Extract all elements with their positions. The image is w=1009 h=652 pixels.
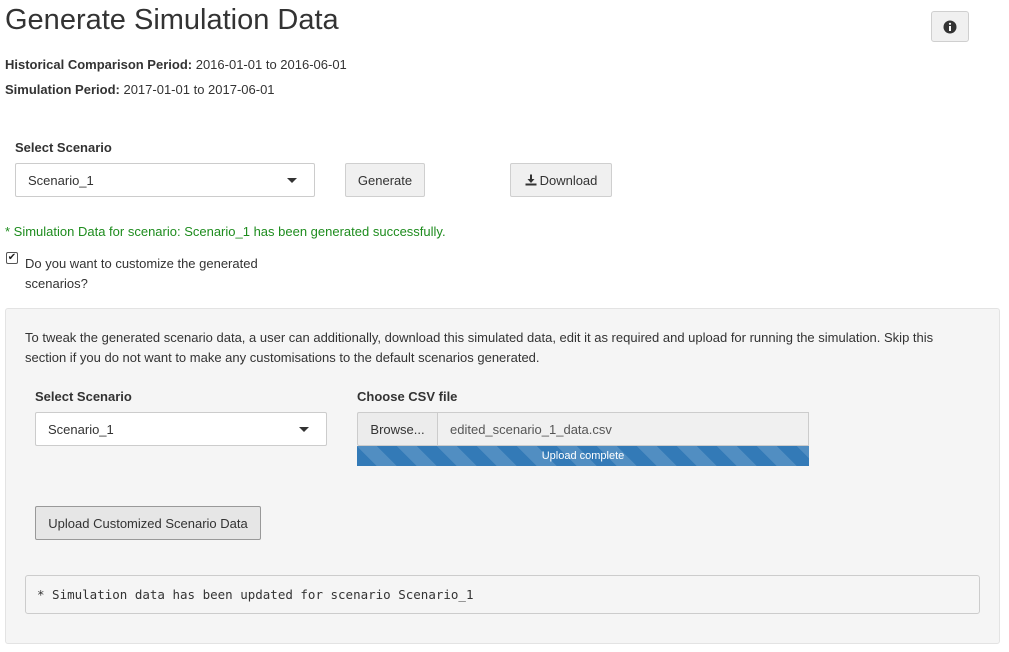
upload-progress-bar: Upload complete: [357, 446, 809, 466]
checkmark-icon: ✔: [7, 252, 17, 263]
simulation-period-value: 2017-01-01 to 2017-06-01: [123, 82, 275, 97]
custom-scenario-select[interactable]: Scenario_1: [35, 412, 327, 446]
download-icon: [525, 174, 537, 186]
custom-select-scenario-label: Select Scenario: [35, 389, 132, 404]
update-output-box: * Simulation data has been updated for s…: [25, 575, 980, 614]
choose-csv-label: Choose CSV file: [357, 389, 458, 404]
info-circle-icon: [943, 20, 957, 33]
simulation-period-label: Simulation Period:: [5, 82, 120, 97]
download-button-label: Download: [539, 172, 598, 188]
chevron-down-icon: [287, 178, 297, 183]
customize-checkbox-label: Do you want to customize the generated s…: [25, 256, 258, 291]
historical-period-value: 2016-01-01 to 2016-06-01: [195, 57, 347, 72]
generate-button[interactable]: Generate: [345, 163, 425, 197]
file-input: Browse... edited_scenario_1_data.csv: [357, 412, 809, 446]
scenario-select-value: Scenario_1: [28, 172, 94, 188]
browse-button[interactable]: Browse...: [357, 412, 437, 446]
success-message: * Simulation Data for scenario: Scenario…: [5, 224, 446, 239]
customize-description: To tweak the generated scenario data, a …: [25, 330, 934, 365]
historical-period-label: Historical Comparison Period:: [5, 57, 193, 72]
chevron-down-icon: [299, 427, 309, 432]
info-button[interactable]: [931, 11, 969, 42]
file-name-field[interactable]: edited_scenario_1_data.csv: [437, 412, 809, 446]
page-title: Generate Simulation Data: [5, 4, 339, 36]
select-scenario-label: Select Scenario: [15, 140, 112, 155]
upload-progress-text: Upload complete: [541, 450, 625, 462]
custom-scenario-select-value: Scenario_1: [48, 421, 114, 437]
simulation-period: Simulation Period: 2017-01-01 to 2017-06…: [5, 82, 275, 97]
customize-checkbox[interactable]: ✔: [6, 252, 18, 264]
historical-period: Historical Comparison Period: 2016-01-01…: [5, 57, 347, 72]
upload-customized-data-button[interactable]: Upload Customized Scenario Data: [35, 506, 261, 540]
download-button[interactable]: Download: [510, 163, 612, 197]
scenario-select[interactable]: Scenario_1: [15, 163, 315, 197]
